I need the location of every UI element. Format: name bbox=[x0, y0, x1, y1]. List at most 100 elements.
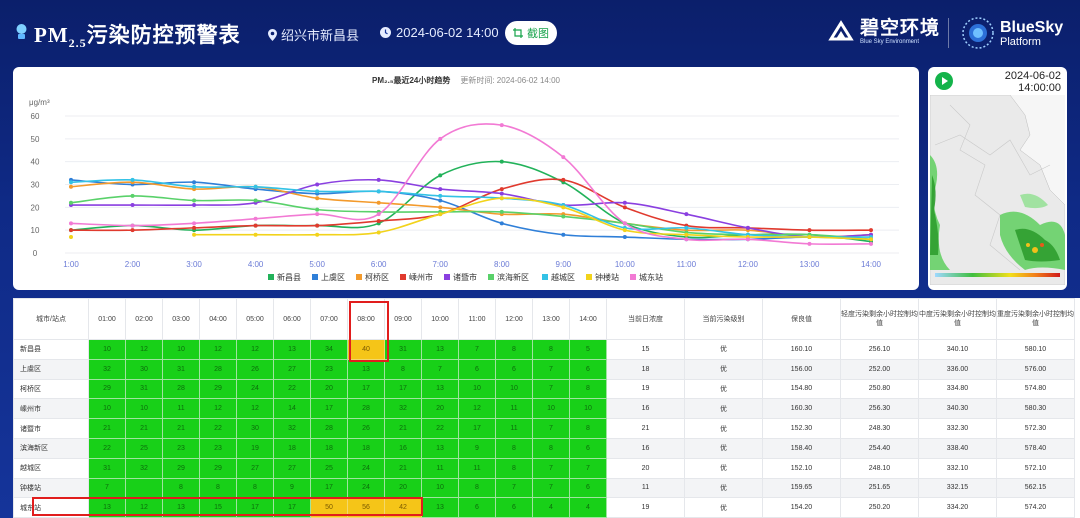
table-cell: 越城区 bbox=[13, 457, 89, 479]
data-point bbox=[684, 212, 689, 217]
table-cell: 8 bbox=[569, 418, 607, 439]
data-point bbox=[130, 223, 135, 228]
data-point bbox=[315, 212, 320, 217]
table-cell: 13 bbox=[273, 339, 311, 360]
data-point bbox=[130, 203, 135, 208]
table-cell: 7 bbox=[532, 378, 570, 400]
table-cell: 8 bbox=[495, 457, 533, 479]
table-cell: 11 bbox=[458, 457, 496, 479]
table-cell: 17 bbox=[458, 418, 496, 439]
column-header: 保良值 bbox=[762, 298, 841, 340]
column-header: 10:00 bbox=[421, 298, 459, 340]
data-point bbox=[745, 237, 750, 242]
table-cell: 336.00 bbox=[918, 358, 997, 380]
table-cell: 6 bbox=[569, 437, 607, 459]
data-point bbox=[192, 184, 197, 189]
crop-icon bbox=[513, 28, 523, 38]
clock-icon bbox=[380, 27, 391, 38]
legend-label: 上虞区 bbox=[321, 272, 345, 282]
x-tick-label: 5:00 bbox=[309, 260, 325, 269]
table-cell: 31 bbox=[162, 358, 200, 380]
column-header: 14:00 bbox=[569, 298, 607, 340]
table-cell: 332.15 bbox=[918, 477, 997, 499]
data-point bbox=[376, 189, 381, 194]
table-cell: 13 bbox=[88, 497, 126, 518]
table-cell: 154.80 bbox=[762, 378, 841, 400]
data-point bbox=[253, 223, 258, 228]
table-cell: 10 bbox=[88, 339, 126, 360]
table-cell: 248.10 bbox=[840, 457, 919, 479]
legend-label: 滨海新区 bbox=[497, 272, 529, 282]
table-cell: 优 bbox=[684, 457, 763, 479]
table-cell: 6 bbox=[495, 358, 533, 380]
column-header: 07:00 bbox=[310, 298, 348, 340]
table-cell: 4 bbox=[569, 497, 607, 518]
legend-label: 柯桥区 bbox=[365, 272, 389, 282]
table-cell: 29 bbox=[162, 457, 200, 479]
table-row: 新昌县 10 12 10 12 12 13 34 40 31 13 7 8 8 5 15 优 160.10 256.… bbox=[13, 339, 1075, 360]
table-cell: 10 bbox=[88, 398, 126, 420]
table-cell: 21 bbox=[384, 418, 422, 439]
data-point bbox=[192, 180, 197, 185]
header: PM2.5污染防控预警表 绍兴市新昌县 2024-06-02 14:00 截图 … bbox=[0, 0, 1080, 66]
column-header: 当前污染级别 bbox=[684, 298, 763, 340]
table-cell: 13 bbox=[421, 497, 459, 518]
data-point bbox=[130, 228, 135, 233]
play-button[interactable] bbox=[935, 72, 953, 90]
data-point bbox=[807, 241, 812, 246]
data-point bbox=[376, 200, 381, 205]
data-point bbox=[438, 205, 443, 210]
x-tick-label: 14:00 bbox=[861, 260, 882, 269]
table-cell: 11 bbox=[162, 398, 200, 420]
table-cell: 4 bbox=[532, 497, 570, 518]
table-cell: 154.20 bbox=[762, 497, 841, 518]
legend-label: 钟楼站 bbox=[595, 272, 619, 282]
legend-label: 新昌县 bbox=[277, 272, 301, 282]
data-point bbox=[499, 221, 504, 226]
data-point bbox=[869, 228, 873, 233]
table-cell: 340.10 bbox=[918, 339, 997, 360]
data-point bbox=[69, 221, 73, 226]
table-cell: 31 bbox=[125, 378, 163, 400]
table-cell: 15 bbox=[199, 497, 237, 518]
column-header: 03:00 bbox=[162, 298, 200, 340]
table-cell: 340.30 bbox=[918, 398, 997, 420]
table-cell: 13 bbox=[421, 378, 459, 400]
table-cell: 152.10 bbox=[762, 457, 841, 479]
table-cell: 8 bbox=[495, 437, 533, 459]
table-cell: 7 bbox=[532, 477, 570, 499]
data-point bbox=[684, 232, 689, 237]
table-cell: 12 bbox=[458, 398, 496, 420]
table-cell: 28 bbox=[162, 378, 200, 400]
table-cell: 17 bbox=[310, 477, 348, 499]
column-header: 11:00 bbox=[458, 298, 496, 340]
y-tick-label: 40 bbox=[31, 158, 40, 167]
data-point bbox=[869, 241, 873, 246]
data-point bbox=[438, 136, 443, 141]
table-cell: 15 bbox=[606, 339, 685, 360]
table-row: 城东站 13 12 13 15 17 17 50 56 42 13 6 6 4 4 19 优 154.20 250.… bbox=[13, 497, 1075, 518]
data-point bbox=[684, 237, 689, 242]
table-cell: 160.10 bbox=[762, 339, 841, 360]
table-cell: 248.30 bbox=[840, 418, 919, 439]
data-point bbox=[622, 228, 627, 233]
data-point bbox=[561, 205, 566, 210]
table-cell: 10 bbox=[162, 339, 200, 360]
legend-label: 城东站 bbox=[639, 272, 663, 282]
droplet-icon bbox=[16, 24, 27, 39]
pm25-warning-table: 城市/站点 01:00 02:00 03:00 04:00 05:00 06:00 07:00… bbox=[13, 298, 1075, 518]
table-cell: 18 bbox=[347, 437, 385, 459]
data-point bbox=[130, 193, 135, 198]
table-cell: 17 bbox=[384, 378, 422, 400]
line-chart: μg/m³ 0 10 20 30 40 50 60 1:00 2:00 3:00 4:00 5:00 6:… bbox=[29, 98, 899, 282]
location-pin-icon bbox=[268, 28, 277, 41]
table-cell: 250.80 bbox=[840, 378, 919, 400]
legend-swatch bbox=[312, 274, 318, 280]
table-cell: 580.10 bbox=[996, 339, 1075, 360]
data-point bbox=[315, 232, 320, 237]
table-cell: 50 bbox=[310, 497, 348, 518]
table-cell: 256.30 bbox=[840, 398, 919, 420]
table-cell: 优 bbox=[684, 437, 763, 459]
screenshot-button[interactable]: 截图 bbox=[505, 21, 557, 45]
legend-swatch bbox=[356, 274, 362, 280]
